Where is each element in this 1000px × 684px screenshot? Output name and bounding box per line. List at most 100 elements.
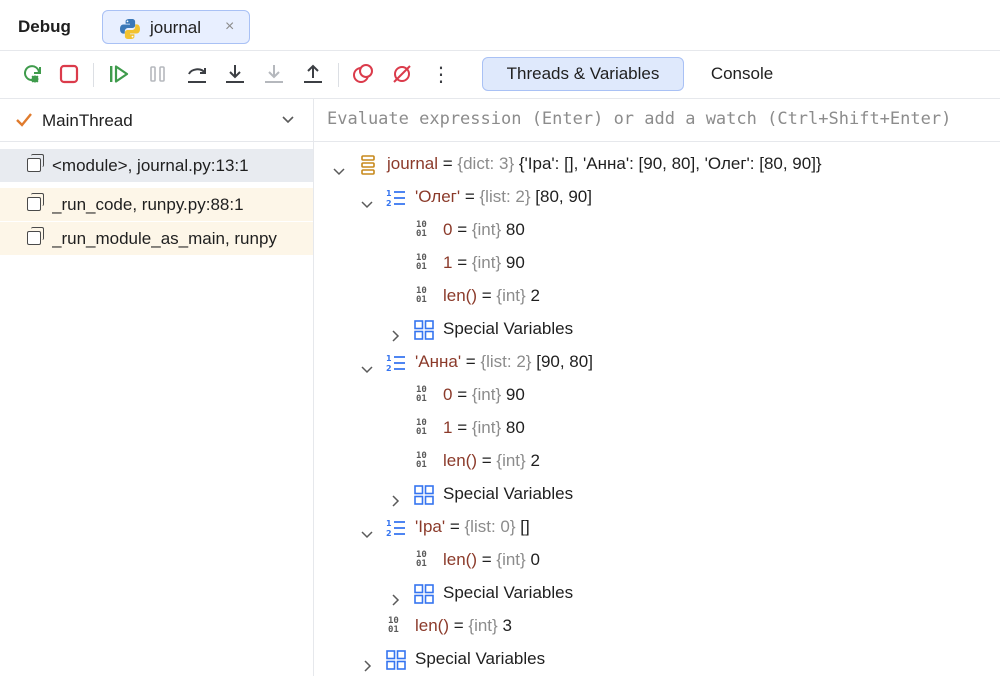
variable-value: 80 (505, 418, 525, 437)
frame-icon (27, 154, 44, 172)
variable-value: [90, 80] (536, 352, 593, 371)
svg-text:1: 1 (386, 354, 392, 363)
variable-type: {int} (471, 253, 502, 272)
frame-icon (27, 193, 44, 211)
chevron-down-icon[interactable] (360, 189, 374, 209)
evaluate-expression-input[interactable] (327, 109, 997, 129)
variable-value: 0 (530, 550, 540, 569)
variable-name: len() (415, 616, 450, 635)
chevron-down-icon[interactable] (360, 519, 374, 539)
thread-selector[interactable]: MainThread (0, 99, 313, 142)
variable-type: {int} (496, 451, 526, 470)
chevron-down-icon[interactable] (332, 156, 346, 176)
variable-name: Special Variables (443, 484, 574, 503)
view-breakpoints-icon[interactable] (350, 61, 376, 87)
chevron-down-icon[interactable] (360, 354, 374, 374)
step-into-icon[interactable] (222, 61, 248, 87)
variable-name: journal (387, 154, 439, 173)
int-icon: 10 01 (416, 220, 427, 239)
stop-icon[interactable] (56, 61, 82, 87)
pause-icon[interactable] (145, 61, 171, 87)
variable-type: {int} (496, 550, 526, 569)
chevron-right-icon[interactable] (360, 651, 374, 672)
equals-sign: = (477, 451, 497, 470)
chevron-right-icon[interactable] (388, 321, 402, 342)
variable-type: {dict: 3} (457, 154, 515, 173)
mute-breakpoints-icon[interactable] (389, 61, 415, 87)
equals-sign: = (449, 616, 469, 635)
more-options-icon[interactable]: ⋮ (428, 61, 454, 87)
debug-title: Debug (18, 17, 71, 36)
variable-name: Special Variables (415, 649, 546, 668)
stack-frame[interactable]: _run_module_as_main, runpy (0, 222, 313, 255)
list-icon: 12 (385, 187, 407, 208)
int-icon: 10 01 (416, 451, 427, 470)
variable-type: {int} (471, 220, 502, 239)
equals-sign: = (461, 352, 481, 371)
equals-sign: = (438, 154, 458, 173)
rerun-icon[interactable] (19, 61, 45, 87)
variable-name: 'Анна' (415, 352, 462, 371)
equals-sign: = (452, 418, 472, 437)
variable-type: {int} (496, 286, 526, 305)
variable-value: 3 (502, 616, 512, 635)
step-into-my-code-icon[interactable] (261, 61, 287, 87)
debug-header: Debug journal × (0, 0, 1000, 51)
dict-icon (357, 154, 379, 175)
int-icon: 10 01 (416, 550, 427, 569)
variable-type: {list: 2} (480, 352, 532, 371)
svg-text:2: 2 (386, 529, 392, 538)
equals-sign: = (460, 187, 480, 206)
grid-icon (413, 484, 435, 505)
svg-text:2: 2 (386, 199, 392, 208)
variable-name: Special Variables (443, 319, 574, 338)
variable-value: 80 (505, 220, 525, 239)
int-icon: 10 01 (416, 253, 427, 272)
frame-label: <module>, journal.py:13:1 (52, 156, 249, 175)
equals-sign: = (477, 286, 497, 305)
debug-toolbar: ⋮ Threads & Variables Console (0, 51, 1000, 99)
python-icon (118, 17, 142, 46)
tab-journal[interactable]: journal × (102, 10, 250, 44)
stack-frame[interactable]: _run_code, runpy.py:88:1 (0, 188, 313, 221)
chevron-right-icon[interactable] (388, 585, 402, 606)
toolbar-separator (338, 63, 339, 87)
grid-icon (413, 319, 435, 340)
variable-type: {int} (468, 616, 498, 635)
variable-value: [80, 90] (535, 187, 592, 206)
chevron-right-icon[interactable] (388, 486, 402, 507)
check-icon (14, 110, 34, 135)
tab-threads-variables[interactable]: Threads & Variables (482, 57, 684, 91)
step-over-icon[interactable] (184, 61, 210, 87)
evaluate-bar (314, 99, 1000, 142)
list-icon: 12 (385, 352, 407, 373)
int-icon: 10 01 (388, 616, 399, 635)
equals-sign: = (452, 253, 472, 272)
frames-panel: MainThread <module>, journal.py:13:1 _ru… (0, 99, 314, 676)
toolbar-separator (93, 63, 94, 87)
variable-name: len() (443, 286, 478, 305)
variable-value: 2 (530, 286, 540, 305)
variable-type: {list: 2} (479, 187, 531, 206)
resume-icon[interactable] (106, 61, 132, 87)
variable-name: len() (443, 550, 478, 569)
variable-type: {int} (471, 385, 502, 404)
step-out-icon[interactable] (300, 61, 326, 87)
chevron-down-icon[interactable] (280, 111, 296, 132)
stack-frame[interactable]: <module>, journal.py:13:1 (0, 149, 313, 182)
equals-sign: = (452, 385, 472, 404)
frame-label: _run_module_as_main, runpy (52, 229, 277, 248)
variable-value: 2 (530, 451, 540, 470)
tab-console[interactable]: Console (692, 57, 792, 91)
grid-icon (413, 583, 435, 604)
svg-text:2: 2 (386, 364, 392, 373)
variable-value: [] (520, 517, 530, 536)
thread-name: MainThread (42, 111, 133, 130)
tab-label: journal (150, 18, 202, 37)
equals-sign: = (445, 517, 465, 536)
grid-icon (385, 649, 407, 670)
variable-value: 90 (505, 253, 525, 272)
equals-sign: = (477, 550, 497, 569)
variable-type: {list: 0} (464, 517, 516, 536)
close-icon[interactable]: × (225, 18, 234, 36)
